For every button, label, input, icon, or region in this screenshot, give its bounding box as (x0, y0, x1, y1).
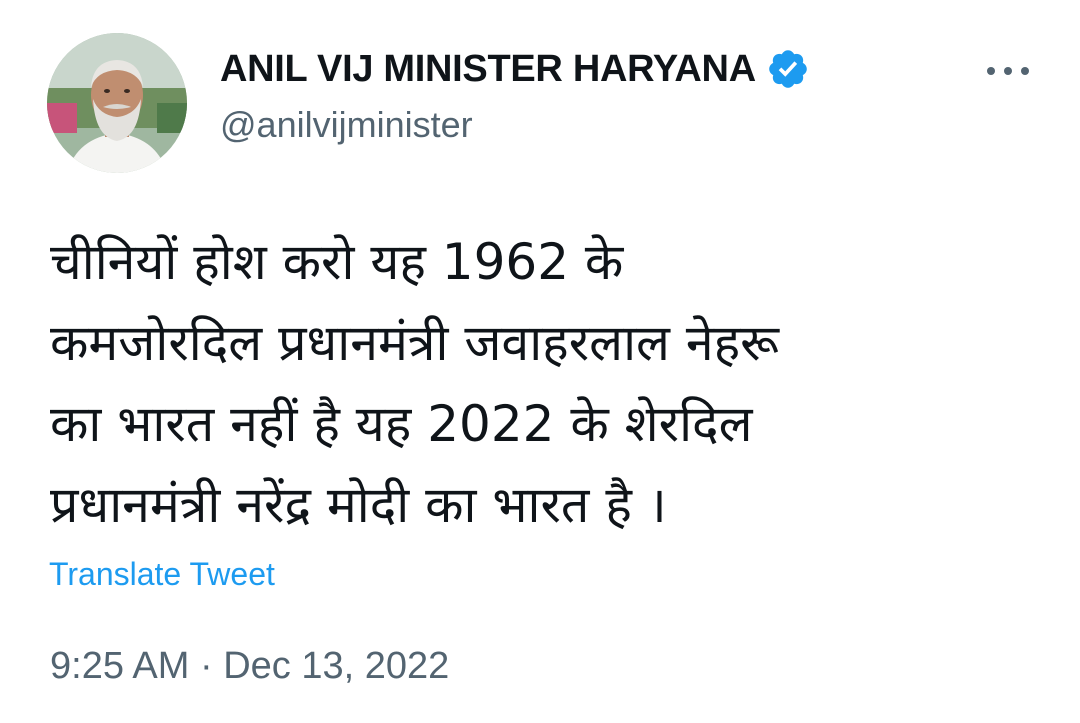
author-display-name[interactable]: ANIL VIJ MINISTER HARYANA (220, 48, 756, 91)
tweet-text-line: प्रधानमंत्री नरेंद्र मोदी का भारत है । (50, 476, 667, 534)
avatar[interactable] (47, 33, 187, 173)
tweet-card: ANIL VIJ MINISTER HARYANA @anilvijminist… (0, 0, 1080, 723)
author-name-row: ANIL VIJ MINISTER HARYANA (220, 44, 810, 94)
tweet-time: 9:25 AM (50, 645, 190, 687)
tweet-date: Dec 13, 2022 (223, 645, 450, 687)
tweet-text: चीनियों होश करो यह 1962 के कमजोरदिल प्रध… (50, 222, 1050, 546)
timestamp-separator: · (199, 645, 213, 687)
tweet-timestamp[interactable]: 9:25 AM · Dec 13, 2022 (50, 645, 449, 688)
verified-badge-icon (766, 47, 810, 91)
translate-tweet-link[interactable]: Translate Tweet (49, 556, 275, 593)
tweet-text-line: कमजोरदिल प्रधानमंत्री जवाहरलाल नेहरू (50, 314, 779, 372)
tweet-text-line: चीनियों होश करो यह 1962 के (50, 233, 624, 291)
more-options-button[interactable] (978, 56, 1038, 86)
profile-photo (47, 33, 187, 173)
more-horizontal-icon (987, 67, 1029, 75)
tweet-text-line: का भारत नहीं है यह 2022 के शेरदिल (50, 395, 753, 453)
author-handle[interactable]: @anilvijminister (220, 104, 473, 146)
